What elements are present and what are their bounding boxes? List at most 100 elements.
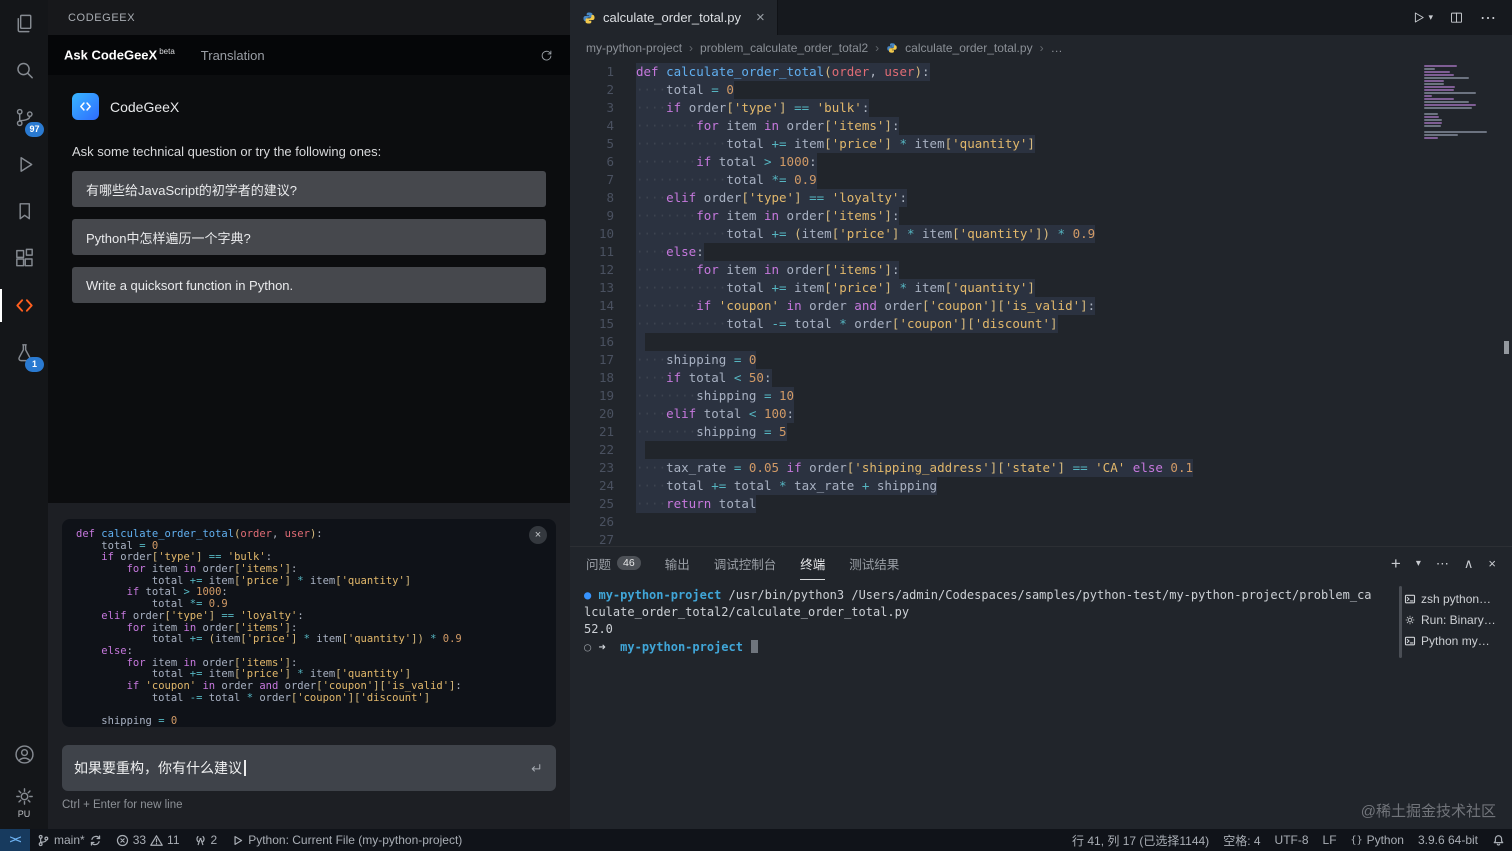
code-line-content: total = 0 [76, 540, 158, 552]
problems-status[interactable]: 33 11 [109, 829, 187, 851]
terminal-dropdown-icon[interactable]: ▾ [1416, 558, 1421, 569]
sidebar-title: CODEGEEX [48, 0, 570, 35]
process-label: Python my… [1421, 633, 1490, 648]
breadcrumb-item[interactable]: problem_calculate_order_total2 [700, 41, 868, 55]
tab-ask-codegeex[interactable]: Ask CodeGeeX beta [64, 47, 175, 62]
terminal-scrollbar[interactable] [1399, 586, 1402, 658]
new-terminal-button[interactable]: + [1391, 554, 1401, 574]
python-launch-status[interactable]: Python: Current File (my-python-project) [224, 829, 469, 851]
code-token: : [1087, 298, 1096, 313]
line-number: 2 [606, 82, 614, 97]
code-token: : [265, 551, 273, 564]
cursor-position-status[interactable]: 行 41, 列 17 (已选择1144) [1065, 829, 1216, 851]
code-editor[interactable]: 1 def calculate_order_total(order, user):… [570, 61, 1512, 546]
code-token: item [726, 118, 757, 133]
terminal-process-item[interactable]: Python my… [1404, 630, 1512, 651]
code-token: += [763, 226, 795, 241]
maximize-panel-icon[interactable]: ∧ [1464, 556, 1474, 572]
chevron-right-icon: › [689, 41, 694, 55]
breadcrumb-item[interactable]: … [1051, 41, 1063, 55]
minimap-line [1424, 92, 1476, 94]
line-number: 15 [598, 316, 614, 331]
minimap-line [1424, 86, 1455, 88]
code-line-content: total += item['price'] * item['quantity'… [76, 575, 411, 587]
terminal-line: 52.0 [584, 621, 1379, 638]
activity-run-debug[interactable] [0, 141, 48, 188]
activity-extensions[interactable] [0, 235, 48, 282]
activity-explorer[interactable] [0, 0, 48, 47]
activity-codegeex[interactable] [0, 282, 48, 329]
code-token: 'price' [831, 136, 885, 151]
close-icon[interactable]: × [529, 526, 547, 544]
suggestion-button[interactable]: 有哪些给JavaScript的初学者的建议? [72, 171, 546, 207]
ports-status[interactable]: 2 [187, 829, 225, 851]
beta-badge: beta [159, 47, 175, 57]
activity-bar-bottom: PU [0, 731, 48, 829]
panel-tab-problems[interactable]: 问题 46 [586, 547, 641, 580]
chat-input[interactable]: 如果要重构，你有什么建议 [62, 745, 556, 791]
terminal[interactable]: ● my-python-project /usr/bin/python3 /Us… [570, 580, 1404, 829]
suggestion-button[interactable]: Write a quicksort function in Python. [72, 267, 546, 303]
panel-tab-terminal[interactable]: 终端 [800, 547, 826, 580]
suggestion-button[interactable]: Python中怎样遍历一个字典? [72, 219, 546, 255]
enter-icon[interactable] [527, 760, 544, 777]
indent-status[interactable]: 空格: 4 [1216, 829, 1267, 851]
code-token: for [696, 118, 727, 133]
code-token: : [316, 528, 323, 540]
code-token: total [726, 226, 764, 241]
remote-indicator[interactable]: >< [0, 829, 30, 851]
branch-status[interactable]: main* [30, 829, 109, 851]
notifications-button[interactable] [1485, 829, 1512, 851]
activity-source-control[interactable]: 97 [0, 94, 48, 141]
minimap[interactable] [1424, 65, 1496, 146]
code-token: : [297, 609, 304, 622]
code-token: order [884, 298, 923, 313]
code-line-content: ········if total > 1000: [636, 153, 817, 171]
code-line: 3 ····if order['type'] == 'bulk': [570, 99, 1512, 117]
encoding-status[interactable]: UTF-8 [1268, 829, 1316, 851]
activity-testing[interactable]: 1 [0, 329, 48, 376]
code-token: shipping [101, 715, 152, 727]
language-status[interactable]: {} Python [1344, 829, 1411, 851]
eol-status[interactable]: LF [1316, 829, 1344, 851]
panel-tab-debug-console[interactable]: 调试控制台 [714, 547, 777, 580]
code-line: 18 ····if total < 50: [570, 369, 1512, 387]
code-token: order [688, 100, 727, 115]
panel-tab-test-results[interactable]: 测试结果 [849, 547, 899, 580]
code-token: ] [794, 190, 802, 205]
refresh-icon[interactable] [539, 48, 554, 63]
code-token: [ [944, 136, 953, 151]
run-button[interactable]: ▾ [1411, 10, 1433, 25]
code-token: > [756, 154, 780, 169]
code-token: [ [824, 280, 832, 295]
activity-search[interactable] [0, 47, 48, 94]
activity-accounts[interactable] [0, 731, 48, 778]
activity-settings[interactable]: PU [0, 778, 48, 825]
panel-tab-output[interactable]: 输出 [665, 547, 690, 580]
code-line-content: for item in order['items']: [76, 657, 298, 669]
terminal-process-item[interactable]: zsh python… [1404, 588, 1512, 609]
code-token: 'quantity' [341, 668, 405, 681]
tab-translation[interactable]: Translation [201, 48, 265, 63]
code-token: 0 [170, 715, 178, 727]
code-token: item [801, 226, 832, 241]
minimap-line [1424, 107, 1472, 109]
close-panel-icon[interactable]: × [1488, 556, 1496, 571]
breadcrumb-item[interactable]: my-python-project [586, 41, 682, 55]
chat-response-area: × def calculate_order_total(order, user)… [48, 503, 570, 737]
activity-bookmarks[interactable] [0, 188, 48, 235]
close-icon[interactable]: × [756, 9, 765, 26]
code-token: 'type' [748, 190, 795, 205]
minimap-line [1424, 65, 1457, 67]
editor-tab[interactable]: calculate_order_total.py × [570, 0, 778, 35]
more-actions-icon[interactable]: ⋯ [1436, 556, 1449, 572]
split-editor-button[interactable] [1449, 10, 1464, 25]
terminal-process-item[interactable]: Run: Binary… [1404, 609, 1512, 630]
code-token: order [202, 621, 235, 634]
interpreter-status[interactable]: 3.9.6 64-bit [1411, 829, 1485, 851]
breadcrumb-item[interactable]: calculate_order_total.py [905, 41, 1032, 55]
code-token: == [1065, 460, 1096, 475]
error-icon [116, 834, 129, 847]
more-actions-button[interactable]: ⋯ [1480, 8, 1496, 28]
